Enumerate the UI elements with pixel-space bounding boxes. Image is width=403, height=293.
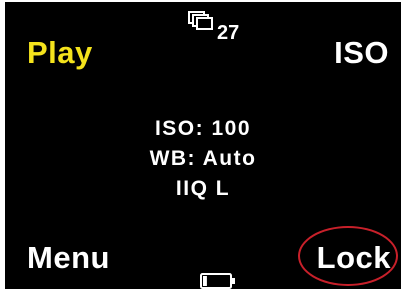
menu-softkey[interactable]: Menu [27,241,110,275]
battery-icon [200,273,235,289]
camera-display: Play 27 ISO ISO: 100 WB: Auto IIQ L Menu… [5,2,401,289]
iso-setting-value: ISO: 100 [154,117,252,140]
shots-remaining-count: 27 [217,22,240,44]
stacked-frames-icon [188,11,213,30]
shots-remaining-indicator: 27 [187,10,257,44]
iso-softkey[interactable]: ISO [334,36,389,70]
white-balance-setting-value: WB: Auto [149,147,257,170]
settings-summary: ISO: 100 WB: Auto IIQ L [5,114,401,204]
battery-level-fill [203,276,207,286]
lock-softkey[interactable]: Lock [317,241,391,275]
file-format-setting-value: IIQ L [175,177,231,200]
play-softkey[interactable]: Play [27,36,93,70]
